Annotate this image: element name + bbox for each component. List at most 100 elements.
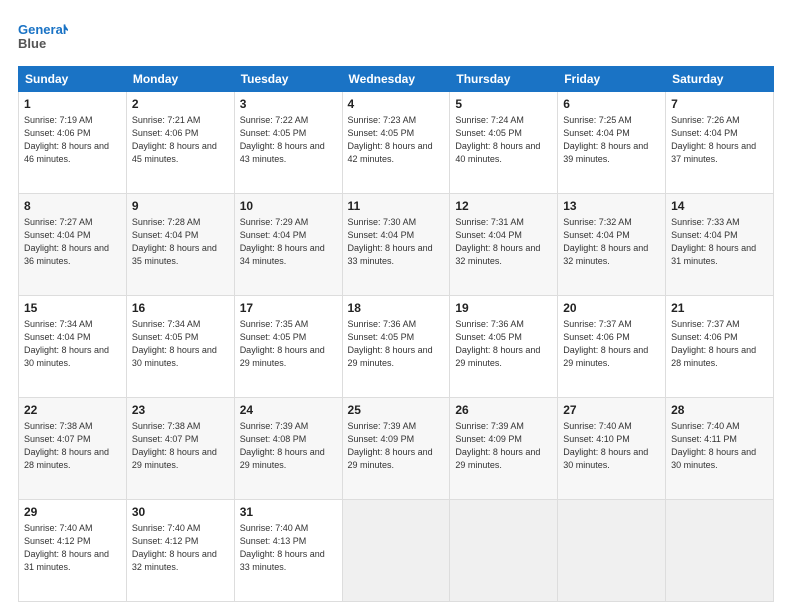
calendar-cell: 5Sunrise: 7:24 AMSunset: 4:05 PMDaylight… bbox=[450, 92, 558, 194]
day-number: 26 bbox=[455, 402, 552, 419]
calendar-cell: 27Sunrise: 7:40 AMSunset: 4:10 PMDayligh… bbox=[558, 398, 666, 500]
calendar-cell: 28Sunrise: 7:40 AMSunset: 4:11 PMDayligh… bbox=[666, 398, 774, 500]
day-number: 23 bbox=[132, 402, 229, 419]
calendar-week-row: 1Sunrise: 7:19 AMSunset: 4:06 PMDaylight… bbox=[19, 92, 774, 194]
col-header-sunday: Sunday bbox=[19, 67, 127, 92]
day-info: Sunrise: 7:30 AMSunset: 4:04 PMDaylight:… bbox=[348, 216, 445, 268]
day-info: Sunrise: 7:22 AMSunset: 4:05 PMDaylight:… bbox=[240, 114, 337, 166]
day-number: 11 bbox=[348, 198, 445, 215]
day-number: 20 bbox=[563, 300, 660, 317]
col-header-wednesday: Wednesday bbox=[342, 67, 450, 92]
calendar-cell: 19Sunrise: 7:36 AMSunset: 4:05 PMDayligh… bbox=[450, 296, 558, 398]
calendar-cell: 26Sunrise: 7:39 AMSunset: 4:09 PMDayligh… bbox=[450, 398, 558, 500]
calendar-cell: 16Sunrise: 7:34 AMSunset: 4:05 PMDayligh… bbox=[126, 296, 234, 398]
day-info: Sunrise: 7:39 AMSunset: 4:09 PMDaylight:… bbox=[348, 420, 445, 472]
day-info: Sunrise: 7:39 AMSunset: 4:09 PMDaylight:… bbox=[455, 420, 552, 472]
day-number: 15 bbox=[24, 300, 121, 317]
calendar-cell: 15Sunrise: 7:34 AMSunset: 4:04 PMDayligh… bbox=[19, 296, 127, 398]
day-number: 25 bbox=[348, 402, 445, 419]
calendar-cell: 29Sunrise: 7:40 AMSunset: 4:12 PMDayligh… bbox=[19, 500, 127, 602]
day-info: Sunrise: 7:40 AMSunset: 4:12 PMDaylight:… bbox=[24, 522, 121, 574]
day-info: Sunrise: 7:28 AMSunset: 4:04 PMDaylight:… bbox=[132, 216, 229, 268]
day-number: 24 bbox=[240, 402, 337, 419]
day-number: 27 bbox=[563, 402, 660, 419]
calendar-cell: 6Sunrise: 7:25 AMSunset: 4:04 PMDaylight… bbox=[558, 92, 666, 194]
day-number: 8 bbox=[24, 198, 121, 215]
day-info: Sunrise: 7:40 AMSunset: 4:11 PMDaylight:… bbox=[671, 420, 768, 472]
day-info: Sunrise: 7:34 AMSunset: 4:05 PMDaylight:… bbox=[132, 318, 229, 370]
day-number: 6 bbox=[563, 96, 660, 113]
calendar-week-row: 22 Sunrise: 7:38 AMSunset: 4:07 PMDayligh… bbox=[19, 398, 774, 500]
day-number: 1 bbox=[24, 96, 121, 113]
calendar-body: 1Sunrise: 7:19 AMSunset: 4:06 PMDaylight… bbox=[19, 92, 774, 602]
day-info: Sunrise: 7:29 AMSunset: 4:04 PMDaylight:… bbox=[240, 216, 337, 268]
day-number: 17 bbox=[240, 300, 337, 317]
calendar-cell: 13Sunrise: 7:32 AMSunset: 4:04 PMDayligh… bbox=[558, 194, 666, 296]
day-number: 28 bbox=[671, 402, 768, 419]
logo: General Blue bbox=[18, 18, 68, 56]
day-info: Sunrise: 7:40 AMSunset: 4:10 PMDaylight:… bbox=[563, 420, 660, 472]
day-info: Sunrise: 7:34 AMSunset: 4:04 PMDaylight:… bbox=[24, 318, 121, 370]
calendar-cell: 21Sunrise: 7:37 AMSunset: 4:06 PMDayligh… bbox=[666, 296, 774, 398]
day-info: Sunrise: 7:26 AMSunset: 4:04 PMDaylight:… bbox=[671, 114, 768, 166]
day-number: 2 bbox=[132, 96, 229, 113]
logo-svg: General Blue bbox=[18, 18, 68, 56]
day-info: Sunrise: 7:33 AMSunset: 4:04 PMDaylight:… bbox=[671, 216, 768, 268]
day-number: 12 bbox=[455, 198, 552, 215]
calendar-cell: 2Sunrise: 7:21 AMSunset: 4:06 PMDaylight… bbox=[126, 92, 234, 194]
day-info: Sunrise: 7:40 AMSunset: 4:13 PMDaylight:… bbox=[240, 522, 337, 574]
day-number: 3 bbox=[240, 96, 337, 113]
calendar-week-row: 8Sunrise: 7:27 AMSunset: 4:04 PMDaylight… bbox=[19, 194, 774, 296]
day-info: Sunrise: 7:27 AMSunset: 4:04 PMDaylight:… bbox=[24, 216, 121, 268]
day-number: 4 bbox=[348, 96, 445, 113]
col-header-thursday: Thursday bbox=[450, 67, 558, 92]
page: General Blue SundayMondayTuesdayWednesda… bbox=[0, 0, 792, 612]
calendar-cell bbox=[450, 500, 558, 602]
col-header-tuesday: Tuesday bbox=[234, 67, 342, 92]
day-number: 19 bbox=[455, 300, 552, 317]
day-info: Sunrise: 7:39 AMSunset: 4:08 PMDaylight:… bbox=[240, 420, 337, 472]
day-number: 31 bbox=[240, 504, 337, 521]
calendar-cell: 9Sunrise: 7:28 AMSunset: 4:04 PMDaylight… bbox=[126, 194, 234, 296]
day-number: 5 bbox=[455, 96, 552, 113]
day-number: 18 bbox=[348, 300, 445, 317]
day-number: 16 bbox=[132, 300, 229, 317]
calendar-cell bbox=[558, 500, 666, 602]
day-number: 22 bbox=[24, 402, 121, 419]
day-info: Sunrise: 7:38 AMSunset: 4:07 PMDaylight:… bbox=[132, 420, 229, 472]
day-info: Sunrise: 7:25 AMSunset: 4:04 PMDaylight:… bbox=[563, 114, 660, 166]
col-header-monday: Monday bbox=[126, 67, 234, 92]
calendar-cell: 23Sunrise: 7:38 AMSunset: 4:07 PMDayligh… bbox=[126, 398, 234, 500]
calendar-cell: 4Sunrise: 7:23 AMSunset: 4:05 PMDaylight… bbox=[342, 92, 450, 194]
calendar-week-row: 15Sunrise: 7:34 AMSunset: 4:04 PMDayligh… bbox=[19, 296, 774, 398]
calendar-cell: 8Sunrise: 7:27 AMSunset: 4:04 PMDaylight… bbox=[19, 194, 127, 296]
day-number: 14 bbox=[671, 198, 768, 215]
calendar-cell: 11Sunrise: 7:30 AMSunset: 4:04 PMDayligh… bbox=[342, 194, 450, 296]
day-number: 21 bbox=[671, 300, 768, 317]
col-header-saturday: Saturday bbox=[666, 67, 774, 92]
calendar-cell: 30Sunrise: 7:40 AMSunset: 4:12 PMDayligh… bbox=[126, 500, 234, 602]
calendar-table: SundayMondayTuesdayWednesdayThursdayFrid… bbox=[18, 66, 774, 602]
calendar-cell: 25Sunrise: 7:39 AMSunset: 4:09 PMDayligh… bbox=[342, 398, 450, 500]
calendar-week-row: 29Sunrise: 7:40 AMSunset: 4:12 PMDayligh… bbox=[19, 500, 774, 602]
calendar-cell: 12Sunrise: 7:31 AMSunset: 4:04 PMDayligh… bbox=[450, 194, 558, 296]
day-number: 29 bbox=[24, 504, 121, 521]
day-number: 9 bbox=[132, 198, 229, 215]
header: General Blue bbox=[18, 18, 774, 56]
calendar-cell: 10Sunrise: 7:29 AMSunset: 4:04 PMDayligh… bbox=[234, 194, 342, 296]
calendar-cell: 3Sunrise: 7:22 AMSunset: 4:05 PMDaylight… bbox=[234, 92, 342, 194]
day-info: Sunrise: 7:40 AMSunset: 4:12 PMDaylight:… bbox=[132, 522, 229, 574]
day-info: Sunrise: 7:37 AMSunset: 4:06 PMDaylight:… bbox=[671, 318, 768, 370]
day-info: Sunrise: 7:23 AMSunset: 4:05 PMDaylight:… bbox=[348, 114, 445, 166]
calendar-cell bbox=[666, 500, 774, 602]
svg-text:Blue: Blue bbox=[18, 36, 46, 51]
day-number: 30 bbox=[132, 504, 229, 521]
calendar-cell: 7Sunrise: 7:26 AMSunset: 4:04 PMDaylight… bbox=[666, 92, 774, 194]
calendar-cell: 31Sunrise: 7:40 AMSunset: 4:13 PMDayligh… bbox=[234, 500, 342, 602]
day-info: Sunrise: 7:36 AMSunset: 4:05 PMDaylight:… bbox=[348, 318, 445, 370]
day-info: Sunrise: 7:37 AMSunset: 4:06 PMDaylight:… bbox=[563, 318, 660, 370]
calendar-header-row: SundayMondayTuesdayWednesdayThursdayFrid… bbox=[19, 67, 774, 92]
calendar-cell: 20Sunrise: 7:37 AMSunset: 4:06 PMDayligh… bbox=[558, 296, 666, 398]
day-number: 7 bbox=[671, 96, 768, 113]
calendar-cell: 24Sunrise: 7:39 AMSunset: 4:08 PMDayligh… bbox=[234, 398, 342, 500]
